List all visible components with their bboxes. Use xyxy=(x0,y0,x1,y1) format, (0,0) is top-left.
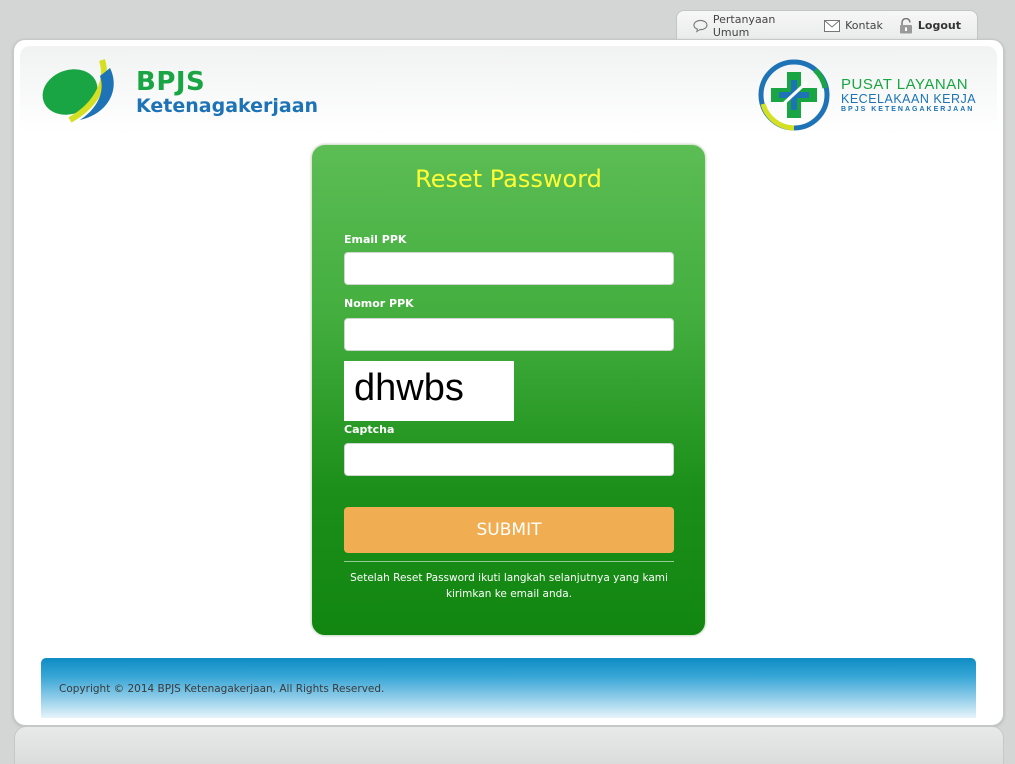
logout-label: Logout xyxy=(917,19,961,32)
reset-note: Setelah Reset Password ikuti langkah sel… xyxy=(350,572,668,600)
panel-title: Reset Password xyxy=(415,165,602,193)
top-utility-nav: Pertanyaan Umum Kontak Logout xyxy=(676,10,978,40)
service-logo: PUSAT LAYANAN KECELAKAAN KERJA BPJS KETE… xyxy=(757,58,976,132)
captcha-image: dhwbs xyxy=(344,361,514,421)
contact-label: Kontak xyxy=(845,19,883,32)
brand-subtitle: Ketenagakerjaan xyxy=(136,94,319,117)
email-input[interactable] xyxy=(344,252,674,285)
submit-button[interactable]: SUBMIT xyxy=(344,507,674,553)
speech-bubble-icon xyxy=(693,19,708,33)
service-org: BPJS KETENAGAKERJAAN xyxy=(841,105,975,113)
bottom-strip xyxy=(14,726,1004,764)
nomor-label: Nomor PPK xyxy=(344,297,414,310)
nomor-input[interactable] xyxy=(344,318,674,351)
medical-cross-icon xyxy=(758,59,830,131)
service-subtitle: KECELAKAAN KERJA xyxy=(841,91,977,106)
copyright-text: Copyright © 2014 BPJS Ketenagakerjaan, A… xyxy=(59,683,385,695)
faq-label: Pertanyaan Umum xyxy=(712,12,776,39)
captcha-input[interactable] xyxy=(344,443,674,476)
envelope-icon xyxy=(824,19,841,32)
service-title: PUSAT LAYANAN xyxy=(841,75,969,93)
captcha-label: Captcha xyxy=(344,423,395,436)
faq-link[interactable]: Pertanyaan Umum xyxy=(693,13,808,39)
reset-password-panel: Reset Password Email PPK Nomor PPK dhwbs… xyxy=(311,144,706,636)
contact-link[interactable]: Kontak xyxy=(824,19,883,32)
divider xyxy=(344,561,674,562)
footer: Copyright © 2014 BPJS Ketenagakerjaan, A… xyxy=(41,658,976,718)
logout-link[interactable]: Logout xyxy=(899,17,961,34)
brand-name: BPJS xyxy=(136,66,206,97)
email-label: Email PPK xyxy=(344,233,407,246)
bpjs-logo: BPJS Ketenagakerjaan xyxy=(40,58,318,126)
bpjs-leaf-icon xyxy=(42,59,114,123)
padlock-icon xyxy=(899,17,912,33)
